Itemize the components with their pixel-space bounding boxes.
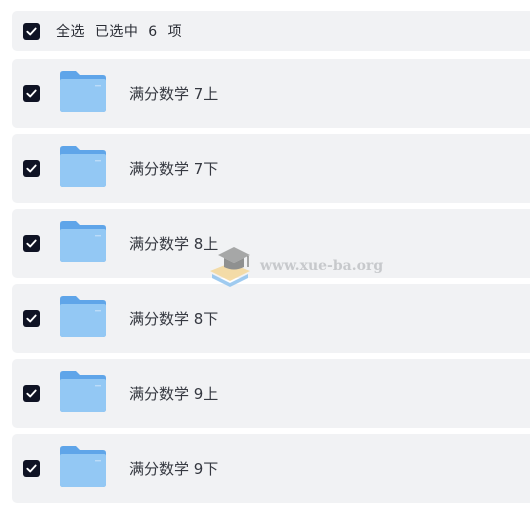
file-row[interactable]: 满分数学 9上 — [12, 359, 530, 428]
file-name[interactable]: 满分数学 8下 — [129, 308, 218, 329]
row-checkbox[interactable] — [23, 235, 40, 252]
checkmark-icon — [26, 314, 37, 323]
row-checkbox[interactable] — [23, 160, 40, 177]
checkmark-icon — [26, 27, 37, 35]
file-row[interactable]: 满分数学 7上 — [12, 59, 530, 128]
row-checkbox[interactable] — [23, 310, 40, 327]
file-name[interactable]: 满分数学 9下 — [129, 458, 218, 479]
row-checkbox[interactable] — [23, 85, 40, 102]
checkmark-icon — [26, 239, 37, 248]
folder-icon — [60, 296, 106, 337]
file-name[interactable]: 满分数学 8上 — [129, 233, 218, 254]
file-name[interactable]: 满分数学 7下 — [129, 158, 218, 179]
file-name[interactable]: 满分数学 7上 — [129, 83, 218, 104]
checkmark-icon — [26, 464, 37, 473]
select-all-bar: 全选 已选中 6 项 — [12, 11, 530, 51]
file-name[interactable]: 满分数学 9上 — [129, 383, 218, 404]
checkmark-icon — [26, 389, 37, 398]
folder-icon — [60, 146, 106, 187]
row-checkbox[interactable] — [23, 385, 40, 402]
file-list: 满分数学 7上 满分数学 7下 满分数学 8上 满分数学 8下 满分数学 9上 … — [12, 59, 530, 509]
folder-icon — [60, 371, 106, 412]
folder-icon — [60, 71, 106, 112]
selection-status: 全选 已选中 6 项 — [56, 24, 183, 40]
select-all-checkbox[interactable] — [23, 22, 40, 40]
row-checkbox[interactable] — [23, 460, 40, 477]
folder-icon — [60, 221, 106, 262]
file-row[interactable]: 满分数学 8下 — [12, 284, 530, 353]
file-row[interactable]: 满分数学 7下 — [12, 134, 530, 203]
file-row[interactable]: 满分数学 9下 — [12, 434, 530, 503]
checkmark-icon — [26, 89, 37, 98]
folder-icon — [60, 446, 106, 487]
checkmark-icon — [26, 164, 37, 173]
file-row[interactable]: 满分数学 8上 — [12, 209, 530, 278]
